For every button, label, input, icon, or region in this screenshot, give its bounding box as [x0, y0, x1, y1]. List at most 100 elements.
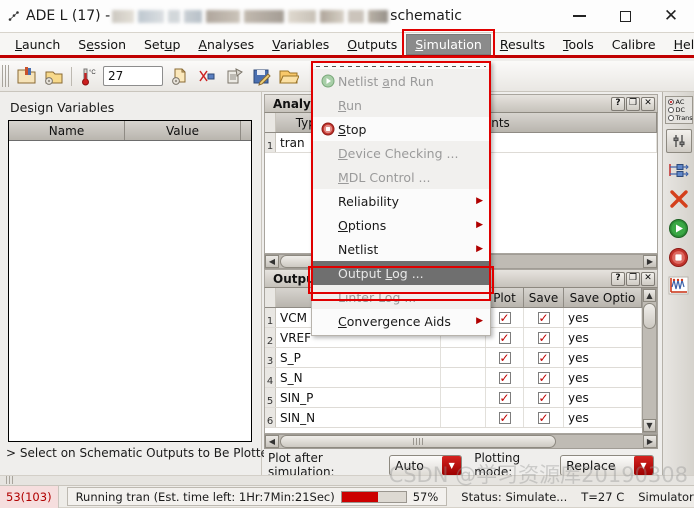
setup-simulator-icon[interactable] — [40, 64, 67, 89]
outputs-help-button[interactable]: ? — [611, 272, 625, 286]
output-name: S_N — [276, 368, 441, 387]
menu-item-label: Device Checking ... — [338, 146, 458, 161]
menu-tools[interactable]: Tools — [554, 34, 603, 55]
table-row[interactable]: 3S_P✓✓yes — [265, 348, 642, 368]
stop-simulation-icon[interactable] — [666, 245, 692, 269]
output-plot-cell[interactable]: ✓ — [486, 408, 524, 427]
menu-item-label: Netlist and Run — [338, 74, 434, 89]
outputs-hscrollbar[interactable]: ◀ ▶ — [264, 434, 658, 449]
design-variables-table[interactable]: Name Value — [8, 120, 252, 442]
chevron-down-icon[interactable]: ▼ — [442, 456, 461, 475]
outputs-vscrollbar[interactable]: ▲ ▼ — [642, 288, 657, 433]
menu-simulation[interactable]: Simulation — [406, 34, 491, 55]
analysis-type-dc[interactable]: DC — [668, 106, 690, 114]
analyses-close-button[interactable]: ✕ — [641, 97, 655, 111]
menu-item-stop[interactable]: Stop — [312, 117, 490, 141]
edit-netlist-icon[interactable] — [248, 64, 275, 89]
toolbar-grip[interactable] — [2, 65, 10, 87]
output-plot-cell[interactable]: ✓ — [486, 328, 524, 347]
outputs-scroll-left-arrow[interactable]: ◀ — [265, 435, 279, 448]
menu-help[interactable]: Help — [665, 34, 694, 55]
save-checkbox[interactable]: ✓ — [538, 372, 550, 384]
analysis-type-ac[interactable]: AC — [668, 98, 690, 106]
copy-setup-icon[interactable] — [167, 64, 194, 89]
menu-calibre[interactable]: Calibre — [603, 34, 665, 55]
save-checkbox[interactable]: ✓ — [538, 332, 550, 344]
menu-item-reliability[interactable]: Reliability▶ — [312, 189, 490, 213]
outputs-scroll-vthumb[interactable] — [643, 303, 656, 329]
plot-checkbox[interactable]: ✓ — [499, 412, 511, 424]
delete-net-icon[interactable] — [194, 64, 221, 89]
analyses-help-button[interactable]: ? — [611, 97, 625, 111]
save-checkbox[interactable]: ✓ — [538, 352, 550, 364]
bottom-grip-bar[interactable] — [0, 475, 694, 485]
menu-item-netlist[interactable]: Netlist▶ — [312, 237, 490, 261]
menu-separator-top — [316, 66, 486, 67]
output-save-cell[interactable]: ✓ — [524, 328, 564, 347]
menu-outputs[interactable]: Outputs — [338, 34, 406, 55]
outputs-close-button[interactable]: ✕ — [641, 272, 655, 286]
outputs-scroll-up-arrow[interactable]: ▲ — [643, 289, 656, 302]
plot-checkbox[interactable]: ✓ — [499, 392, 511, 404]
menu-session[interactable]: Session — [69, 34, 135, 55]
output-plot-cell[interactable]: ✓ — [486, 348, 524, 367]
analysis-type-trans[interactable]: Trans — [668, 114, 690, 122]
save-checkbox[interactable]: ✓ — [538, 392, 550, 404]
menu-analyses[interactable]: Analyses — [189, 34, 263, 55]
output-save-cell[interactable]: ✓ — [524, 348, 564, 367]
save-checkbox[interactable]: ✓ — [538, 412, 550, 424]
window-title: ADE L (17) - schematic — [26, 8, 462, 24]
analyses-scroll-left-arrow[interactable]: ◀ — [265, 255, 279, 268]
maximize-button[interactable] — [602, 0, 648, 33]
table-row[interactable]: 5SIN_P✓✓yes — [265, 388, 642, 408]
close-button[interactable]: ✕ — [648, 0, 694, 33]
open-session-icon[interactable] — [13, 64, 40, 89]
analysis-type-selector[interactable]: AC DC Trans — [665, 96, 693, 124]
stimuli-icon-1[interactable] — [666, 158, 692, 182]
plot-checkbox[interactable]: ✓ — [499, 332, 511, 344]
temperature-input[interactable] — [103, 66, 163, 86]
analyses-scroll-right-arrow[interactable]: ▶ — [643, 255, 657, 268]
menu-setup[interactable]: Setup — [135, 34, 189, 55]
plot-checkbox[interactable]: ✓ — [499, 372, 511, 384]
analyses-undock-button[interactable]: ❐ — [626, 97, 640, 111]
menu-item-output-log[interactable]: Output Log ... — [312, 261, 490, 285]
menu-item-convergence-aids[interactable]: Convergence Aids▶ — [312, 309, 490, 333]
plot-checkbox[interactable]: ✓ — [499, 352, 511, 364]
output-save-cell[interactable]: ✓ — [524, 308, 564, 327]
outputs-scroll-down-arrow[interactable]: ▼ — [643, 419, 656, 432]
design-variables-icon[interactable] — [666, 129, 692, 153]
radio-dc-icon[interactable] — [668, 107, 674, 113]
delete-x-icon[interactable] — [666, 187, 692, 211]
netlist-icon[interactable] — [221, 64, 248, 89]
chevron-down-icon-2[interactable]: ▼ — [634, 456, 653, 475]
output-save-cell[interactable]: ✓ — [524, 368, 564, 387]
menu-item-options[interactable]: Options▶ — [312, 213, 490, 237]
menu-results[interactable]: Results — [491, 34, 554, 55]
menu-launch[interactable]: LLaunchaunch — [6, 34, 69, 55]
output-name: SIN_P — [276, 388, 441, 407]
output-name: S_P — [276, 348, 441, 367]
status-bar: 53(103) Running tran (Est. time left: 1H… — [0, 485, 694, 507]
waveform-icon[interactable] — [666, 274, 692, 298]
table-row[interactable]: 4S_N✓✓yes — [265, 368, 642, 388]
output-plot-cell[interactable]: ✓ — [486, 368, 524, 387]
radio-trans-icon[interactable] — [668, 115, 674, 121]
run-simulation-icon[interactable] — [666, 216, 692, 240]
outputs-undock-button[interactable]: ❐ — [626, 272, 640, 286]
outputs-scroll-right-arrow[interactable]: ▶ — [643, 435, 657, 448]
output-save-cell[interactable]: ✓ — [524, 388, 564, 407]
plot-checkbox[interactable]: ✓ — [499, 312, 511, 324]
save-checkbox[interactable]: ✓ — [538, 312, 550, 324]
output-save-cell[interactable]: ✓ — [524, 408, 564, 427]
output-plot-cell[interactable]: ✓ — [486, 388, 524, 407]
plot-after-simulation-select[interactable]: Auto ▼ — [389, 455, 462, 476]
plotting-mode-select[interactable]: Replace ▼ — [560, 455, 654, 476]
menu-variables[interactable]: Variables — [263, 34, 338, 55]
output-plot-cell[interactable]: ✓ — [486, 308, 524, 327]
radio-ac-icon[interactable] — [668, 99, 674, 105]
minimize-button[interactable] — [556, 0, 602, 33]
table-row[interactable]: 6SIN_N✓✓yes — [265, 408, 642, 428]
outputs-scroll-hthumb[interactable] — [280, 435, 556, 448]
open-results-icon[interactable] — [275, 64, 302, 89]
